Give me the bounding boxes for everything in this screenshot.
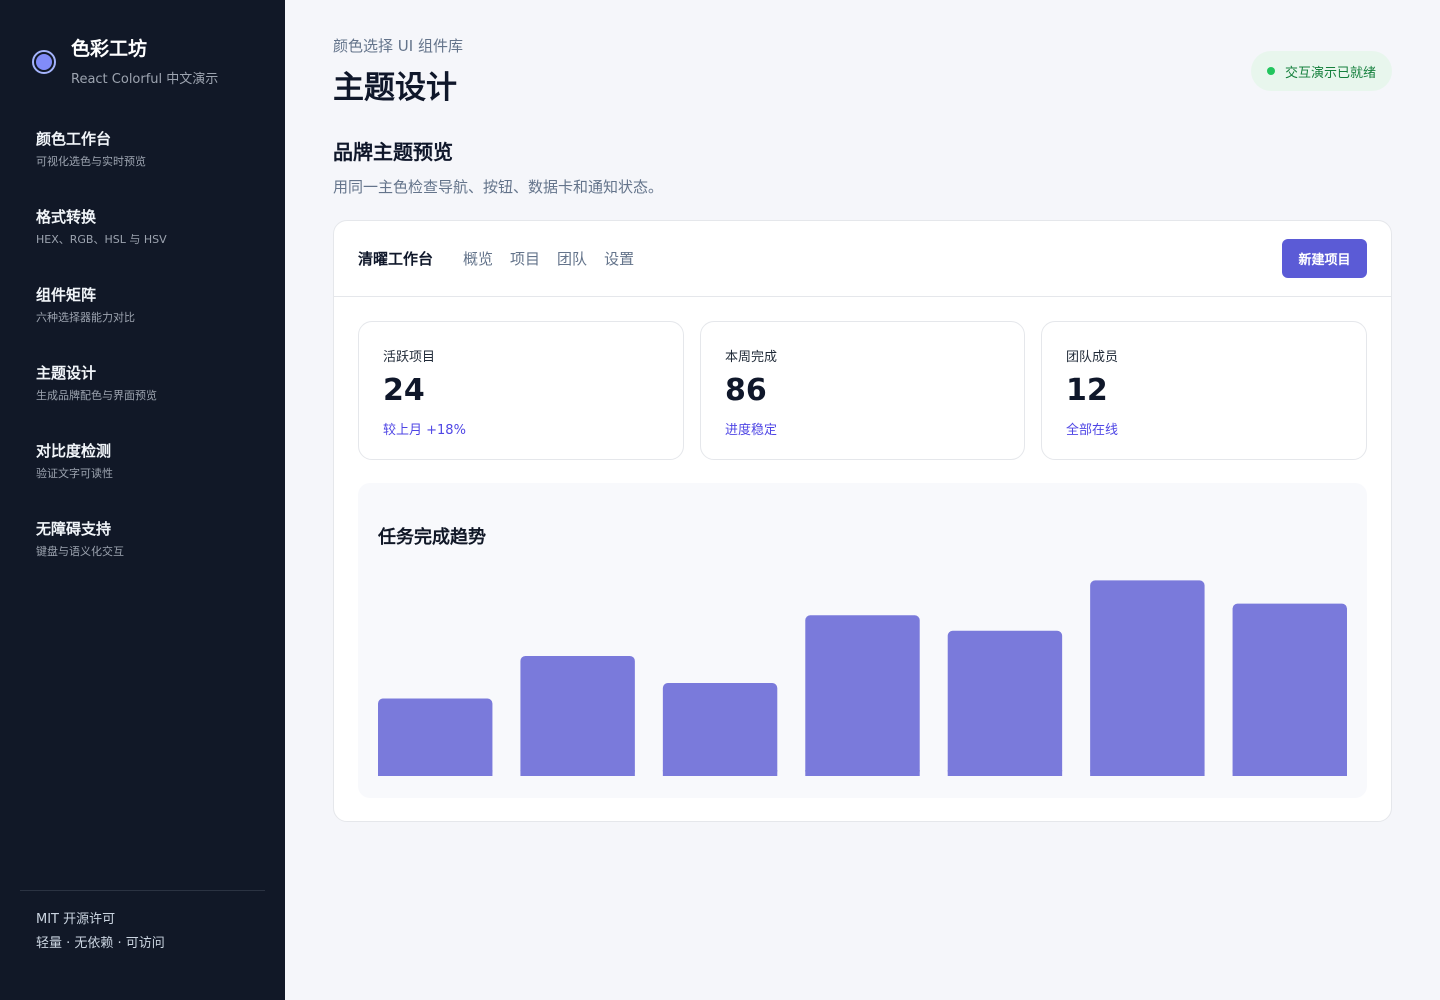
sidebar-item-desc: 可视化选色与实时预览 bbox=[36, 155, 146, 168]
brand-title: 色彩工坊 bbox=[71, 38, 148, 60]
chart-bar-base-4 bbox=[805, 770, 920, 776]
chart-bar-base-7 bbox=[1232, 770, 1347, 776]
tab-team[interactable]: 团队 bbox=[557, 248, 587, 269]
sidebar-item-accessibility[interactable]: 无障碍支持 键盘与语义化交互 bbox=[36, 518, 167, 596]
stat-card-active-projects: 活跃项目 24 较上月 +18% bbox=[358, 321, 684, 460]
chart-bar-base-5 bbox=[947, 770, 1063, 776]
trend-bar-chart bbox=[378, 580, 1347, 776]
preview-topbar: 清曜工作台 概览 项目 团队 设置 新建项目 bbox=[334, 221, 1391, 297]
stat-value: 12 bbox=[1066, 373, 1108, 408]
status-text: 交互演示已就绪 bbox=[1284, 65, 1376, 81]
sidebar-item-desc: 六种选择器能力对比 bbox=[36, 311, 135, 324]
brand: 色彩工坊 React Colorful 中文演示 bbox=[32, 36, 218, 87]
sidebar-divider bbox=[20, 890, 265, 891]
sidebar-item-component-matrix[interactable]: 组件矩阵 六种选择器能力对比 bbox=[36, 284, 167, 362]
sidebar-item-title: 无障碍支持 bbox=[36, 520, 112, 538]
brand-subtitle: React Colorful 中文演示 bbox=[71, 72, 219, 87]
sidebar-footer: MIT 开源许可 轻量 · 无依赖 · 可访问 bbox=[36, 908, 165, 956]
stat-note: 进度稳定 bbox=[725, 423, 778, 438]
chart-bar-5 bbox=[947, 630, 1063, 776]
sidebar-item-theme-design[interactable]: 主题设计 生成品牌配色与界面预览 bbox=[36, 362, 167, 440]
status-badge: 交互演示已就绪 bbox=[1250, 51, 1392, 91]
tab-projects[interactable]: 项目 bbox=[510, 248, 540, 269]
section-title: 品牌主题预览 bbox=[333, 140, 453, 164]
chart-bar-base-2 bbox=[520, 770, 635, 776]
tab-settings[interactable]: 设置 bbox=[604, 248, 634, 269]
sidebar-item-title: 组件矩阵 bbox=[36, 286, 97, 304]
sidebar-item-desc: 验证文字可读性 bbox=[36, 467, 113, 480]
status-dot-icon bbox=[1266, 67, 1275, 75]
stat-value: 86 bbox=[725, 373, 767, 408]
chart-bar-3 bbox=[662, 683, 778, 776]
stat-card-weekly-done: 本周完成 86 进度稳定 bbox=[700, 321, 1025, 460]
sidebar-item-desc: 键盘与语义化交互 bbox=[36, 545, 124, 558]
sidebar-item-title: 主题设计 bbox=[36, 364, 97, 382]
trend-chart-panel: 任务完成趋势 bbox=[358, 483, 1367, 798]
theme-preview-card: 清曜工作台 概览 项目 团队 设置 新建项目 活跃项目 24 较上月 +18% … bbox=[333, 220, 1392, 822]
chart-bar-base-1 bbox=[378, 770, 493, 776]
chart-bar-7 bbox=[1232, 603, 1347, 776]
main-content: 颜色选择 UI 组件库 主题设计 交互演示已就绪 品牌主题预览 用同一主色检查导… bbox=[285, 0, 1440, 1000]
tab-overview[interactable]: 概览 bbox=[463, 248, 493, 269]
stat-note: 较上月 +18% bbox=[383, 423, 466, 438]
stat-label: 团队成员 bbox=[1066, 350, 1119, 365]
chart-bar-1 bbox=[378, 698, 493, 776]
stat-value: 24 bbox=[383, 373, 425, 408]
sidebar-item-format-conversion[interactable]: 格式转换 HEX、RGB、HSL 与 HSV bbox=[36, 206, 167, 284]
chart-bar-2 bbox=[520, 655, 635, 776]
breadcrumb: 颜色选择 UI 组件库 bbox=[333, 37, 463, 55]
sidebar-item-contrast-check[interactable]: 对比度检测 验证文字可读性 bbox=[36, 440, 167, 518]
sidebar-item-title: 格式转换 bbox=[36, 208, 97, 226]
section-description: 用同一主色检查导航、按钮、数据卡和通知状态。 bbox=[333, 178, 664, 196]
sidebar-item-color-workbench[interactable]: 颜色工作台 可视化选色与实时预览 bbox=[36, 128, 167, 206]
sidebar: 色彩工坊 React Colorful 中文演示 颜色工作台 可视化选色与实时预… bbox=[0, 0, 285, 1000]
feature-text: 轻量 · 无依赖 · 可访问 bbox=[36, 936, 165, 951]
sidebar-nav: 颜色工作台 可视化选色与实时预览 格式转换 HEX、RGB、HSL 与 HSV … bbox=[36, 128, 167, 596]
chart-bar-4 bbox=[805, 615, 920, 776]
sidebar-item-title: 颜色工作台 bbox=[36, 130, 112, 148]
chart-bar-6 bbox=[1090, 580, 1205, 776]
stat-note: 全部在线 bbox=[1066, 423, 1119, 438]
chart-bar-base-3 bbox=[662, 770, 778, 776]
preview-app-name: 清曜工作台 bbox=[358, 250, 434, 268]
new-project-button[interactable]: 新建项目 bbox=[1282, 239, 1367, 278]
stat-cards: 活跃项目 24 较上月 +18% 本周完成 86 进度稳定 团队成员 12 全部… bbox=[358, 321, 1367, 460]
chart-bar-base-6 bbox=[1090, 770, 1205, 776]
license-text: MIT 开源许可 bbox=[36, 912, 116, 927]
color-wheel-icon bbox=[32, 50, 56, 74]
sidebar-item-desc: HEX、RGB、HSL 与 HSV bbox=[36, 233, 167, 246]
stat-label: 本周完成 bbox=[725, 350, 778, 365]
sidebar-item-desc: 生成品牌配色与界面预览 bbox=[36, 389, 157, 402]
stat-label: 活跃项目 bbox=[383, 350, 436, 365]
sidebar-item-title: 对比度检测 bbox=[36, 442, 112, 460]
stat-card-team-members: 团队成员 12 全部在线 bbox=[1041, 321, 1367, 460]
page-title: 主题设计 bbox=[333, 70, 457, 106]
